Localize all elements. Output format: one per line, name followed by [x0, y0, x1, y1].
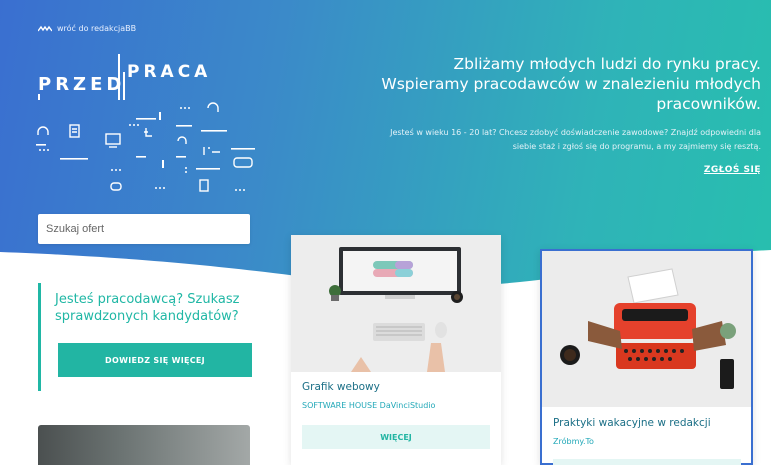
offer-image-typewriter	[542, 251, 751, 407]
back-link[interactable]: wróć do redakcjaBB	[38, 24, 136, 33]
hero-subline: Jesteś w wieku 16 - 20 lat? Chcesz zdoby…	[390, 128, 761, 151]
offer-company: SOFTWARE HOUSE DaVinciStudio	[302, 401, 436, 410]
offer-title[interactable]: Praktyki wakacyjne w redakcji	[553, 417, 711, 429]
logo-text-praca: PRACA	[127, 62, 212, 82]
employer-promo: Jesteś pracodawcą? Szukasz sprawdzonych …	[38, 283, 252, 391]
employer-heading: Jesteś pracodawcą? Szukasz sprawdzonych …	[55, 292, 240, 324]
apply-link[interactable]: ZGŁOŚ SIĘ	[704, 165, 761, 175]
offer-card[interactable]: Grafik webowy SOFTWARE HOUSE DaVinciStud…	[291, 235, 501, 465]
redakcja-logo-icon	[38, 25, 52, 31]
offer-title[interactable]: Grafik webowy	[302, 381, 380, 393]
hero-headline: Zbliżamy młodych ludzi do rynku pracy. W…	[381, 55, 761, 113]
search-input[interactable]	[38, 214, 250, 244]
offer-thumbnail[interactable]	[38, 425, 250, 465]
decorative-icons-illustration	[36, 102, 255, 192]
learn-more-button[interactable]: DOWIEDZ SIĘ WIĘCEJ	[58, 343, 252, 377]
more-button[interactable]: WIĘCEJ	[302, 425, 490, 449]
more-button[interactable]	[553, 459, 741, 465]
offer-company: Zróbmy.To	[553, 437, 594, 446]
offer-card[interactable]: Praktyki wakacyjne w redakcji Zróbmy.To	[540, 249, 753, 465]
logo-text-przed: PRZED	[38, 74, 126, 95]
offer-image-desk	[291, 235, 501, 372]
back-link-label: wróć do redakcjaBB	[57, 24, 137, 33]
